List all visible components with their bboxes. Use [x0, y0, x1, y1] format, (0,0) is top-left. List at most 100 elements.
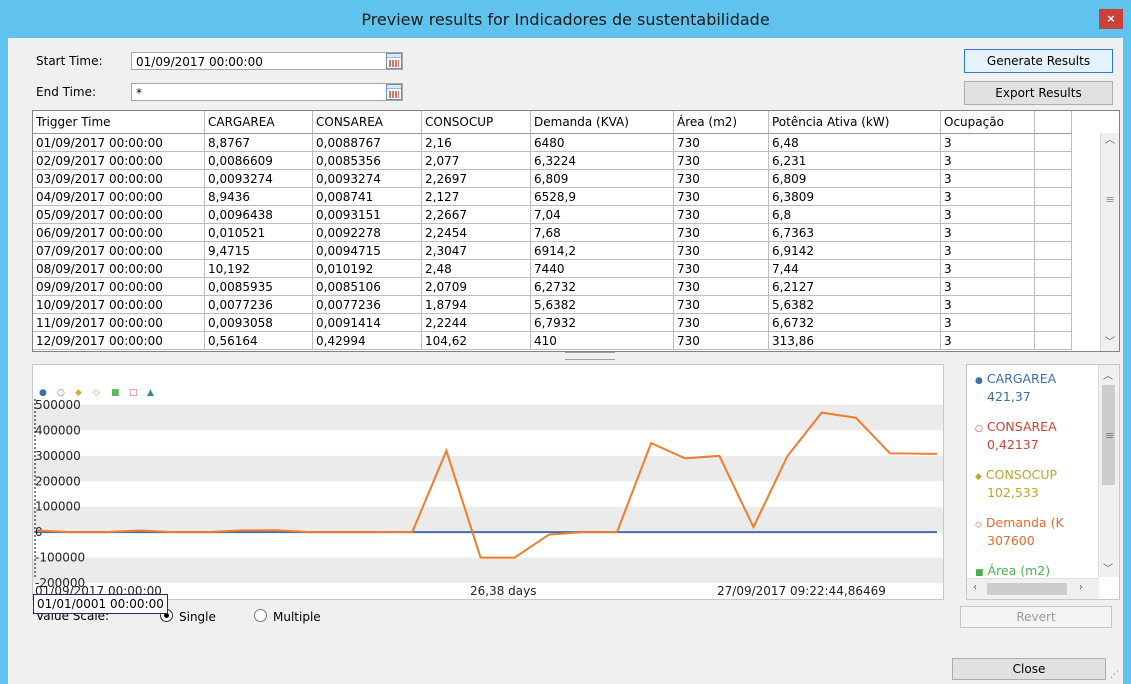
chart-panel[interactable]: ● ○ ◆ ◇ ■ □ ▲ 500000 400000 300000 200000 100000 0 -1…: [32, 364, 944, 600]
table-cell[interactable]: 09/09/2017 00:00:00: [33, 277, 205, 296]
table-cell[interactable]: 0,0085935: [204, 277, 313, 296]
table-cell[interactable]: 3: [940, 133, 1035, 152]
table-row[interactable]: 07/09/2017 00:00:00 9,4715 0,0094715 2,3047…: [33, 241, 1072, 260]
table-cell[interactable]: 02/09/2017 00:00:00: [33, 151, 205, 170]
table-cell[interactable]: 3: [940, 241, 1035, 260]
table-cell[interactable]: 2,16: [421, 133, 531, 152]
table-cell[interactable]: 7,04: [530, 205, 674, 224]
table-cell[interactable]: 730: [673, 295, 769, 314]
table-cell[interactable]: 5,6382: [768, 295, 941, 314]
legend-item[interactable]: ◆ CONSOCUP 102,533: [975, 467, 1057, 501]
table-cell[interactable]: 0,0086609: [204, 151, 313, 170]
table-cell[interactable]: 730: [673, 205, 769, 224]
column-header[interactable]: CONSOCUP: [421, 111, 531, 134]
table-cell[interactable]: 2,48: [421, 259, 531, 278]
table-cell[interactable]: 1,8794: [421, 295, 531, 314]
column-header[interactable]: Área (m2): [673, 111, 769, 134]
table-cell[interactable]: 6,3809: [768, 187, 941, 206]
table-cell[interactable]: 7440: [530, 259, 674, 278]
table-cell[interactable]: 0,0077236: [312, 295, 422, 314]
table-row[interactable]: 11/09/2017 00:00:00 0,0093058 0,0091414 2,2…: [33, 313, 1072, 332]
table-cell[interactable]: 3: [940, 169, 1035, 188]
scroll-right-icon[interactable]: ›: [1079, 582, 1083, 593]
splitter-handle[interactable]: [565, 352, 615, 360]
resize-grip-icon[interactable]: ⋰: [1110, 670, 1119, 680]
table-cell[interactable]: 7,44: [768, 259, 941, 278]
table-cell[interactable]: 6914,2: [530, 241, 674, 260]
legend-scroll-down-icon[interactable]: ﹀: [1103, 560, 1113, 575]
table-cell[interactable]: 6,2127: [768, 277, 941, 296]
table-row[interactable]: 01/09/2017 00:00:00 8,8767 0,0088767 2,16 64…: [33, 133, 1072, 152]
table-cell[interactable]: 6,2732: [530, 277, 674, 296]
scroll-up-icon[interactable]: ︿: [1101, 133, 1119, 149]
legend-hscroll-thumb[interactable]: [987, 583, 1067, 595]
table-cell[interactable]: 0,0077236: [204, 295, 313, 314]
table-cell[interactable]: 730: [673, 187, 769, 206]
table-cell[interactable]: 0,0093058: [204, 313, 313, 332]
table-cell[interactable]: 0,010192: [312, 259, 422, 278]
table-row[interactable]: 08/09/2017 00:00:00 10,192 0,010192 2,48 744…: [33, 259, 1072, 278]
table-cell[interactable]: 05/09/2017 00:00:00: [33, 205, 205, 224]
table-cell[interactable]: 8,8767: [204, 133, 313, 152]
scroll-thumb-grip-icon[interactable]: ≡: [1104, 193, 1116, 206]
table-row[interactable]: 12/09/2017 00:00:00 0,56164 0,42994 104,62 4…: [33, 331, 1072, 350]
table-cell[interactable]: 0,42994: [312, 331, 422, 350]
table-cell[interactable]: 6,7932: [530, 313, 674, 332]
generate-results-button[interactable]: Generate Results: [964, 49, 1113, 73]
scroll-down-icon[interactable]: ﹀: [1101, 335, 1119, 351]
table-cell[interactable]: 0,0096438: [204, 205, 313, 224]
table-row[interactable]: 03/09/2017 00:00:00 0,0093274 0,0093274 2,2…: [33, 169, 1072, 188]
table-cell[interactable]: 0,010521: [204, 223, 313, 242]
close-window-button[interactable]: ×: [1099, 9, 1123, 29]
table-cell[interactable]: 8,9436: [204, 187, 313, 206]
table-cell[interactable]: 2,2244: [421, 313, 531, 332]
table-cell[interactable]: 730: [673, 241, 769, 260]
grid-vertical-scrollbar[interactable]: ︿ ≡ ﹀: [1100, 133, 1119, 351]
table-cell[interactable]: 0,0091414: [312, 313, 422, 332]
table-cell[interactable]: 313,86: [768, 331, 941, 350]
legend-horizontal-scrollbar[interactable]: ‹ ›: [967, 578, 1099, 599]
table-cell[interactable]: 730: [673, 277, 769, 296]
legend-item[interactable]: ◇ Demanda (K 307600: [975, 515, 1064, 549]
table-cell[interactable]: 2,077: [421, 151, 531, 170]
export-results-button[interactable]: Export Results: [964, 81, 1113, 105]
table-cell[interactable]: 6,8: [768, 205, 941, 224]
revert-button[interactable]: Revert: [960, 606, 1112, 628]
table-cell[interactable]: 04/09/2017 00:00:00: [33, 187, 205, 206]
results-grid[interactable]: Trigger Time CARGAREA CONSAREA CONSOCUP Dema…: [32, 110, 1120, 352]
table-cell[interactable]: 2,3047: [421, 241, 531, 260]
table-cell[interactable]: 0,0092278: [312, 223, 422, 242]
start-calendar-icon[interactable]: [386, 53, 402, 69]
scroll-left-icon[interactable]: ‹: [973, 582, 977, 593]
table-cell[interactable]: 3: [940, 223, 1035, 242]
table-cell[interactable]: 410: [530, 331, 674, 350]
table-cell[interactable]: 0,0085356: [312, 151, 422, 170]
table-cell[interactable]: 730: [673, 169, 769, 188]
single-radio[interactable]: Single: [160, 609, 216, 624]
table-cell[interactable]: 07/09/2017 00:00:00: [33, 241, 205, 260]
table-cell[interactable]: 6480: [530, 133, 674, 152]
table-cell[interactable]: 6,809: [530, 169, 674, 188]
table-cell[interactable]: 10,192: [204, 259, 313, 278]
column-header[interactable]: Potência Ativa (kW): [768, 111, 941, 134]
table-cell[interactable]: 3: [940, 151, 1035, 170]
table-cell[interactable]: 6,3224: [530, 151, 674, 170]
close-button[interactable]: Close: [952, 658, 1106, 680]
table-cell[interactable]: 3: [940, 187, 1035, 206]
table-cell[interactable]: 5,6382: [530, 295, 674, 314]
table-cell[interactable]: 3: [940, 331, 1035, 350]
column-header[interactable]: CARGAREA: [204, 111, 313, 134]
legend-item[interactable]: ○ CONSAREA 0,42137: [975, 419, 1057, 453]
table-cell[interactable]: 730: [673, 313, 769, 332]
table-row[interactable]: 09/09/2017 00:00:00 0,0085935 0,0085106 2,0…: [33, 277, 1072, 296]
table-cell[interactable]: 9,4715: [204, 241, 313, 260]
table-cell[interactable]: 6,48: [768, 133, 941, 152]
table-cell[interactable]: 6,809: [768, 169, 941, 188]
table-cell[interactable]: 6,9142: [768, 241, 941, 260]
column-header[interactable]: Trigger Time: [33, 111, 205, 134]
table-cell[interactable]: 2,127: [421, 187, 531, 206]
table-cell[interactable]: 730: [673, 331, 769, 350]
table-cell[interactable]: 2,2667: [421, 205, 531, 224]
column-header[interactable]: Ocupação: [940, 111, 1035, 134]
table-cell[interactable]: 0,0085106: [312, 277, 422, 296]
